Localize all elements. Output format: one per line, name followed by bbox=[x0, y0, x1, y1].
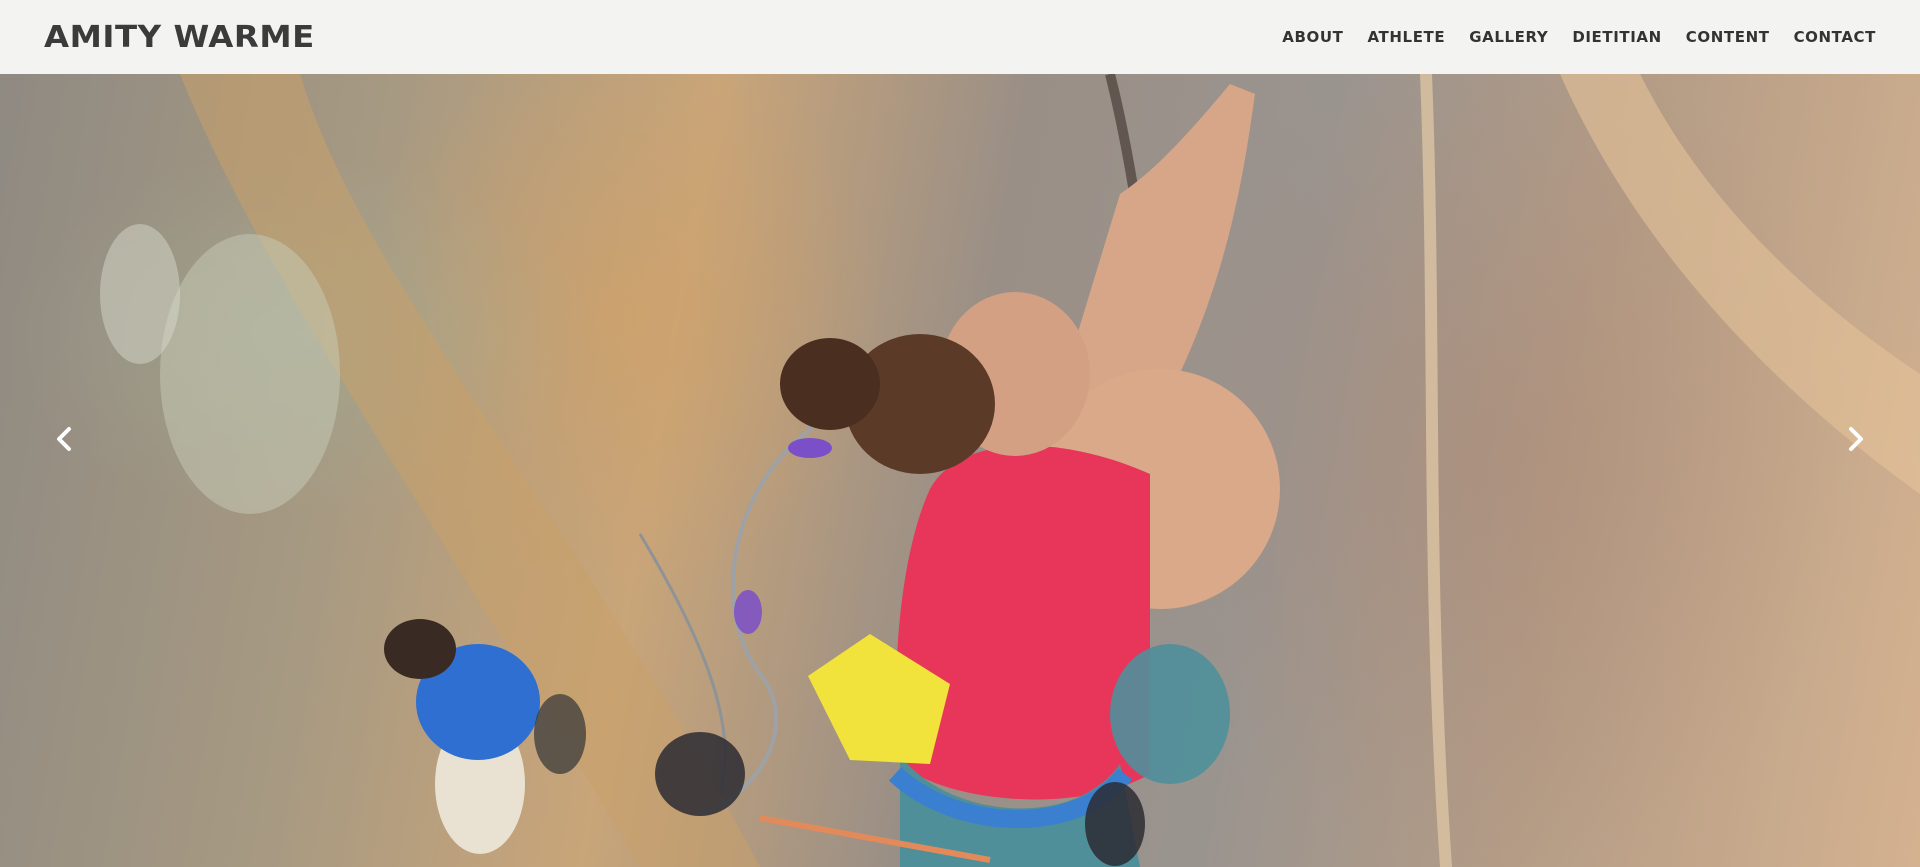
hero-slider bbox=[0, 74, 1920, 867]
nav-contact[interactable]: CONTACT bbox=[1794, 28, 1876, 46]
nav-gallery[interactable]: GALLERY bbox=[1469, 28, 1548, 46]
slider-next-button[interactable] bbox=[1836, 414, 1876, 464]
site-logo[interactable]: AMITY WARME bbox=[44, 20, 315, 55]
site-header: AMITY WARME ABOUT ATHLETE GALLERY DIETIT… bbox=[0, 0, 1920, 74]
page: AMITY WARME ABOUT ATHLETE GALLERY DIETIT… bbox=[0, 0, 1920, 867]
chevron-left-icon bbox=[57, 427, 71, 451]
nav-content[interactable]: CONTENT bbox=[1686, 28, 1770, 46]
main-nav: ABOUT ATHLETE GALLERY DIETITIAN CONTENT … bbox=[1282, 28, 1876, 46]
hero-image bbox=[100, 74, 1920, 867]
slider-prev-button[interactable] bbox=[44, 414, 84, 464]
nav-dietitian[interactable]: DIETITIAN bbox=[1572, 28, 1661, 46]
nav-about[interactable]: ABOUT bbox=[1282, 28, 1343, 46]
chevron-right-icon bbox=[1849, 427, 1863, 451]
nav-athlete[interactable]: ATHLETE bbox=[1368, 28, 1446, 46]
